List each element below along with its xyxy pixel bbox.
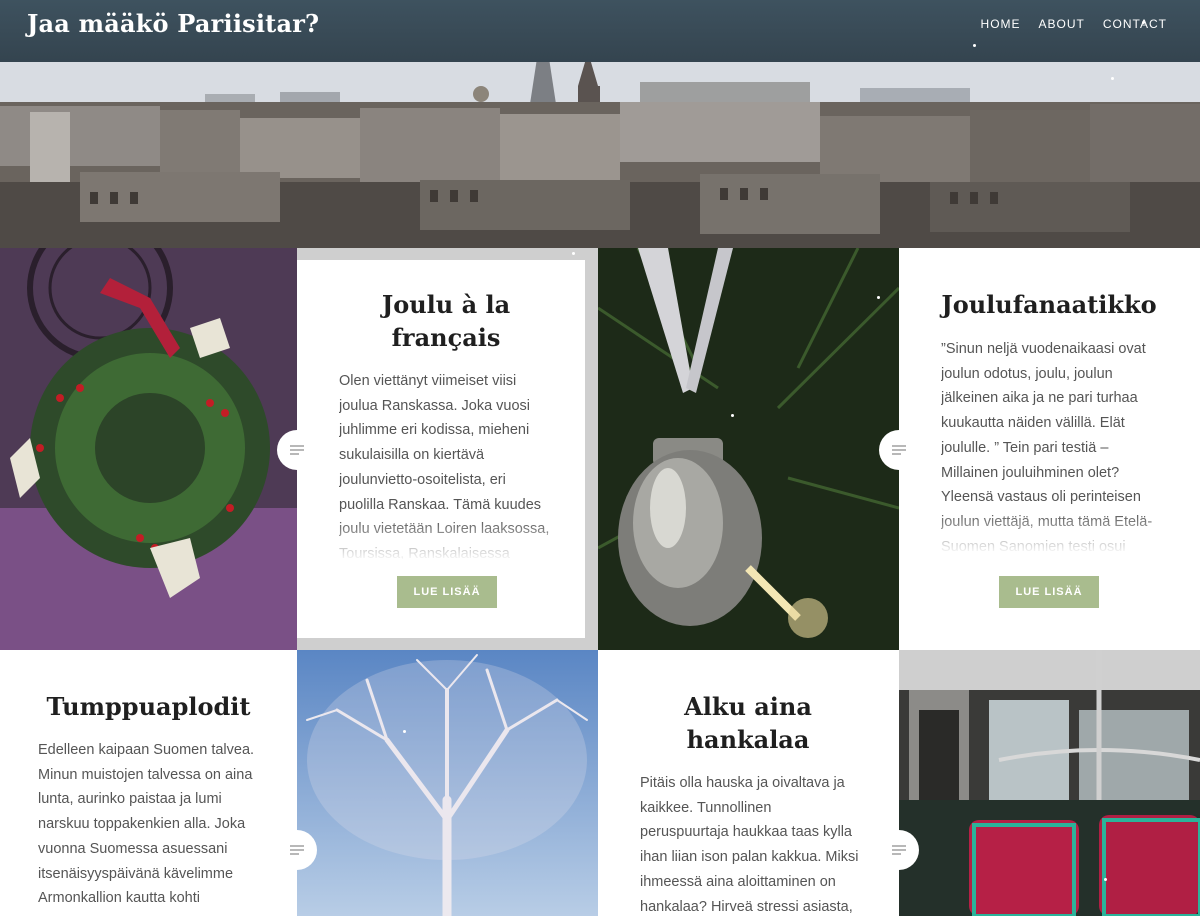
- post-card-joulu: Joulu à la français Olen viettänyt viime…: [297, 248, 598, 650]
- snowflake-decoration: [1111, 77, 1114, 80]
- site-header: Jaa määkö Pariisitar? HOME ABOUT CONTACT: [0, 0, 1200, 62]
- snowflake-decoration: [877, 296, 880, 299]
- post-format-icon[interactable]: [277, 430, 317, 470]
- glass-ornament-image[interactable]: [598, 248, 899, 650]
- snowflake-decoration: [731, 414, 734, 417]
- site-title[interactable]: Jaa määkö Pariisitar?: [27, 9, 319, 38]
- nav-home-link[interactable]: HOME: [981, 17, 1021, 31]
- post-format-icon[interactable]: [277, 830, 317, 870]
- post-excerpt: Edelleen kaipaan Suomen talvea. Minun mu…: [38, 742, 255, 907]
- nav-contact-link[interactable]: CONTACT: [1103, 17, 1167, 31]
- snowflake-decoration: [1104, 878, 1107, 881]
- nav-about-link[interactable]: ABOUT: [1039, 17, 1085, 31]
- post-excerpt: ”Sinun neljä vuodenaikaasi ovat joulun o…: [941, 337, 1159, 552]
- main-nav: HOME ABOUT CONTACT: [981, 17, 1167, 31]
- christmas-wreath-image[interactable]: [0, 248, 297, 650]
- post-title[interactable]: Tumppuaplodit: [30, 690, 267, 723]
- frosted-tree-image[interactable]: [297, 650, 598, 916]
- post-card-alku: Alku aina hankalaa Pitäis olla hauska ja…: [598, 650, 899, 916]
- post-card-tumppuaplodit: Tumppuaplodit Edelleen kaipaan Suomen ta…: [0, 650, 297, 916]
- post-excerpt: Olen viettänyt viimeiset viisi joulua Ra…: [339, 369, 554, 559]
- snowflake-decoration: [973, 44, 976, 47]
- post-title[interactable]: Joulu à la français: [341, 288, 551, 354]
- post-format-icon[interactable]: [879, 830, 919, 870]
- snowflake-decoration: [572, 252, 575, 255]
- post-excerpt: Pitäis olla hauska ja oivaltava ja kaikk…: [640, 775, 859, 915]
- post-title[interactable]: Alku aina hankalaa: [638, 690, 858, 756]
- snowflake-decoration: [1142, 21, 1145, 24]
- read-more-button[interactable]: LUE LISÄÄ: [999, 576, 1099, 608]
- post-card-joulufanaatikko: Joulufanaatikko ”Sinun neljä vuodenaikaa…: [899, 248, 1200, 650]
- metro-carriage-image[interactable]: [899, 650, 1200, 916]
- read-more-button[interactable]: LUE LISÄÄ: [397, 576, 497, 608]
- post-format-icon[interactable]: [879, 430, 919, 470]
- post-title[interactable]: Joulufanaatikko: [929, 288, 1169, 321]
- snowflake-decoration: [403, 730, 406, 733]
- hero-paris-panorama: [0, 62, 1200, 248]
- paris-rooftops-illustration: [0, 62, 1200, 248]
